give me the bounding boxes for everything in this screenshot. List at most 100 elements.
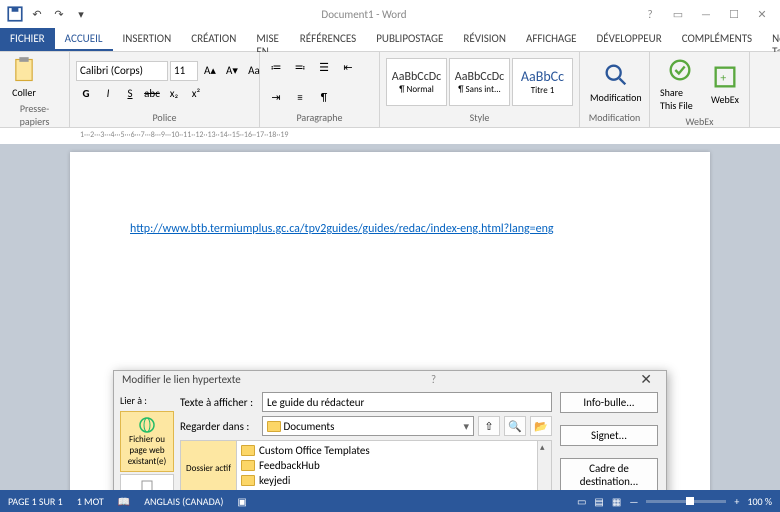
ruler: 1···2···3···4···5···6···7···8···9···10··… xyxy=(0,128,780,144)
spellcheck-icon[interactable]: 📖 xyxy=(118,495,130,508)
zoom-level[interactable]: 100 % xyxy=(747,495,772,508)
dialog-help-icon[interactable]: ? xyxy=(431,373,436,386)
tab-references[interactable]: RÉFÉRENCES xyxy=(290,28,366,51)
page-indicator[interactable]: PAGE 1 SUR 1 xyxy=(8,495,63,508)
word-count[interactable]: 1 MOT xyxy=(77,495,104,508)
text-display-label: Texte à afficher : xyxy=(180,396,258,409)
tab-file[interactable]: FICHIER xyxy=(0,28,55,51)
ribbon: Coller Presse-papiers A▴ A▾ Aa G I S abc xyxy=(0,52,780,128)
linkto-label: Lier à : xyxy=(120,392,174,409)
lookin-label: Regarder dans : xyxy=(180,420,258,433)
view-web-icon[interactable]: ▦ xyxy=(612,495,621,508)
svg-text:+: + xyxy=(720,71,726,85)
scrollbar[interactable] xyxy=(537,441,551,490)
indent-right-icon[interactable]: ⇥ xyxy=(266,87,286,107)
lookin-combo[interactable]: Documents xyxy=(262,416,474,436)
bold-button[interactable]: G xyxy=(76,84,96,104)
help-icon[interactable]: ? xyxy=(638,4,662,24)
undo-icon[interactable]: ↶ xyxy=(28,5,46,23)
align-left-icon[interactable]: ≡ xyxy=(290,87,310,107)
subscript-button[interactable]: x₂ xyxy=(164,84,184,104)
italic-button[interactable]: I xyxy=(98,84,118,104)
browse-file-icon[interactable]: 📂 xyxy=(530,416,552,436)
tab-insert[interactable]: INSERTION xyxy=(113,28,182,51)
style-nospacing[interactable]: AaBbCcDc¶ Sans int... xyxy=(449,58,510,106)
dialog-title: Modifier le lien hypertexte xyxy=(122,373,241,386)
dialog-title-bar: Modifier le lien hypertexte ? ✕ xyxy=(114,371,666,388)
ribbon-options-icon[interactable]: ▭ xyxy=(666,4,690,24)
document-area: http://www.btb.termiumplus.gc.ca/tpv2gui… xyxy=(0,144,780,490)
maximize-icon[interactable]: ☐ xyxy=(722,4,746,24)
grow-font-icon[interactable]: A▴ xyxy=(200,61,220,81)
qat-more-icon[interactable]: ▾ xyxy=(72,5,90,23)
document-hyperlink[interactable]: http://www.btb.termiumplus.gc.ca/tpv2gui… xyxy=(130,222,554,236)
group-clipboard: Presse-papiers xyxy=(6,101,63,129)
tab-developer[interactable]: DÉVELOPPEUR xyxy=(587,28,672,51)
indent-left-icon[interactable]: ⇤ xyxy=(338,57,358,77)
view-read-icon[interactable]: ▭ xyxy=(577,495,586,508)
underline-button[interactable]: S xyxy=(120,84,140,104)
paste-button[interactable]: Coller xyxy=(6,54,42,101)
multilevel-icon[interactable]: ☰ xyxy=(314,57,334,77)
file-list[interactable]: Custom Office Templates FeedbackHub keyj… xyxy=(237,441,537,490)
superscript-button[interactable]: x² xyxy=(186,84,206,104)
folder-icon xyxy=(267,421,281,432)
bookmark-button[interactable]: Signet... xyxy=(560,425,658,446)
list-item[interactable]: Custom Office Templates xyxy=(239,443,535,458)
dialog-close-icon[interactable]: ✕ xyxy=(634,371,658,388)
up-folder-icon[interactable]: ⇧ xyxy=(478,416,500,436)
list-item[interactable]: keypose xyxy=(239,488,535,490)
tab-view[interactable]: AFFICHAGE xyxy=(516,28,587,51)
macro-icon[interactable]: ▣ xyxy=(237,495,246,508)
style-heading1[interactable]: AaBbCcTitre 1 xyxy=(512,58,573,106)
tab-addins[interactable]: COMPLÉMENTS xyxy=(672,28,762,51)
redo-icon[interactable]: ↷ xyxy=(50,5,68,23)
share-icon xyxy=(666,56,694,84)
strike-button[interactable]: abc xyxy=(142,84,162,104)
pilcrow-icon[interactable]: ¶ xyxy=(314,87,334,107)
target-frame-button[interactable]: Cadre de destination... xyxy=(560,458,658,490)
save-icon[interactable] xyxy=(6,5,24,23)
group-editing: Modification xyxy=(586,110,643,125)
globe-icon xyxy=(137,416,157,434)
window-title: Document1 - Word xyxy=(90,8,638,21)
close-icon[interactable]: ✕ xyxy=(750,4,774,24)
group-styles: Style xyxy=(386,110,573,125)
group-paragraph: Paragraphe xyxy=(266,110,373,125)
numbering-icon[interactable]: ≕ xyxy=(290,57,310,77)
view-print-icon[interactable]: ▤ xyxy=(594,495,603,508)
tab-layout[interactable]: MISE EN PAGE xyxy=(246,28,289,51)
linkto-web[interactable]: Fichier ou page web existant(e) xyxy=(120,411,174,472)
screentip-button[interactable]: Info-bulle... xyxy=(560,392,658,413)
quick-access-toolbar: ↶ ↷ ▾ xyxy=(6,5,90,23)
zoom-in-icon[interactable]: + xyxy=(734,495,739,508)
webex-icon: + xyxy=(711,63,739,91)
tab-create[interactable]: CRÉATION xyxy=(181,28,246,51)
font-size-select[interactable] xyxy=(170,61,198,81)
list-item[interactable]: keyjedi xyxy=(239,473,535,488)
language-indicator[interactable]: ANGLAIS (CANADA) xyxy=(144,495,223,508)
tab-newtab[interactable]: New Tab xyxy=(762,28,780,51)
bullets-icon[interactable]: ≔ xyxy=(266,57,286,77)
tab-mailings[interactable]: PUBLIPOSTAGE xyxy=(366,28,453,51)
list-item[interactable]: FeedbackHub xyxy=(239,458,535,473)
edit-hyperlink-dialog: Modifier le lien hypertexte ? ✕ Lier à :… xyxy=(113,370,667,490)
style-normal[interactable]: AaBbCcDc¶ Normal xyxy=(386,58,447,106)
share-file-button[interactable]: Share This File xyxy=(656,54,703,114)
zoom-slider[interactable] xyxy=(646,500,726,503)
folder-icon xyxy=(241,445,255,456)
shrink-font-icon[interactable]: A▾ xyxy=(222,61,242,81)
browse-web-icon[interactable]: 🔍 xyxy=(504,416,526,436)
font-name-select[interactable] xyxy=(76,61,168,81)
minimize-icon[interactable]: — xyxy=(694,4,718,24)
tab-home[interactable]: ACCUEIL xyxy=(55,28,113,51)
zoom-out-icon[interactable]: — xyxy=(629,495,638,508)
group-font: Police xyxy=(76,110,253,125)
webex-button[interactable]: + WebEx xyxy=(707,61,743,108)
text-display-input[interactable] xyxy=(262,392,552,412)
tab-review[interactable]: RÉVISION xyxy=(453,28,516,51)
find-icon xyxy=(602,61,630,89)
editing-button[interactable]: Modification xyxy=(586,59,646,106)
linkto-place[interactable]: Emplacement dans ce document xyxy=(120,474,174,490)
browse-current-folder[interactable]: Dossier actif xyxy=(181,441,236,490)
